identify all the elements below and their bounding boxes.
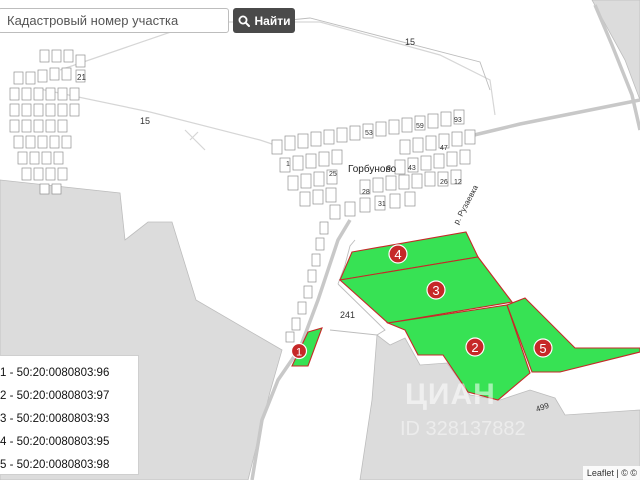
label-house-12: 12 bbox=[454, 179, 462, 186]
label-house-53: 53 bbox=[365, 130, 373, 137]
watermark-id: ID 328137882 bbox=[400, 418, 526, 440]
label-block-21: 21 bbox=[77, 73, 86, 82]
marker-label-1: 1 bbox=[296, 347, 302, 359]
label-road-15-left: 15 bbox=[140, 116, 150, 126]
label-house-59: 59 bbox=[416, 123, 424, 130]
map-attribution[interactable]: Leaflet | © © bbox=[582, 466, 640, 480]
parcel-legend: 1 - 50:20:0080803:96 2 - 50:20:0080803:9… bbox=[0, 355, 139, 475]
label-house-93: 93 bbox=[454, 117, 462, 124]
marker-2[interactable]: 2 bbox=[465, 337, 485, 357]
marker-1[interactable]: 1 bbox=[290, 342, 308, 360]
label-house-31: 31 bbox=[378, 201, 386, 208]
legend-item-4: 4 - 50:20:0080803:95 bbox=[0, 436, 110, 448]
label-house-1: 1 bbox=[286, 161, 290, 168]
cadastral-search-input[interactable] bbox=[0, 8, 229, 33]
label-house-25: 25 bbox=[329, 171, 337, 178]
label-house-43: 43 bbox=[408, 165, 416, 172]
marker-label-2: 2 bbox=[471, 340, 478, 355]
legend-item-1: 1 - 50:20:0080803:96 bbox=[0, 367, 110, 379]
marker-label-4: 4 bbox=[394, 247, 401, 262]
marker-3[interactable]: 3 bbox=[426, 280, 446, 300]
search-icon bbox=[238, 15, 250, 27]
legend-item-3: 3 - 50:20:0080803:93 bbox=[0, 413, 110, 425]
marker-label-3: 3 bbox=[432, 283, 439, 298]
label-plot-241: 241 bbox=[340, 310, 355, 320]
marker-label-5: 5 bbox=[539, 341, 546, 356]
marker-4[interactable]: 4 bbox=[388, 244, 408, 264]
search-button-label: Найти bbox=[254, 13, 291, 28]
label-house-8: 8 bbox=[387, 165, 391, 172]
marker-5[interactable]: 5 bbox=[533, 338, 553, 358]
label-road-15-top: 15 bbox=[405, 37, 415, 47]
legend-item-2: 2 - 50:20:0080803:97 bbox=[0, 390, 110, 402]
label-house-28: 28 bbox=[362, 189, 370, 196]
label-house-26: 26 bbox=[440, 179, 448, 186]
label-house-47: 47 bbox=[440, 145, 448, 152]
watermark-logo: ЦИАН bbox=[405, 378, 496, 411]
legend-item-5: 5 - 50:20:0080803:98 bbox=[0, 459, 110, 471]
search-button[interactable]: Найти bbox=[233, 8, 295, 33]
